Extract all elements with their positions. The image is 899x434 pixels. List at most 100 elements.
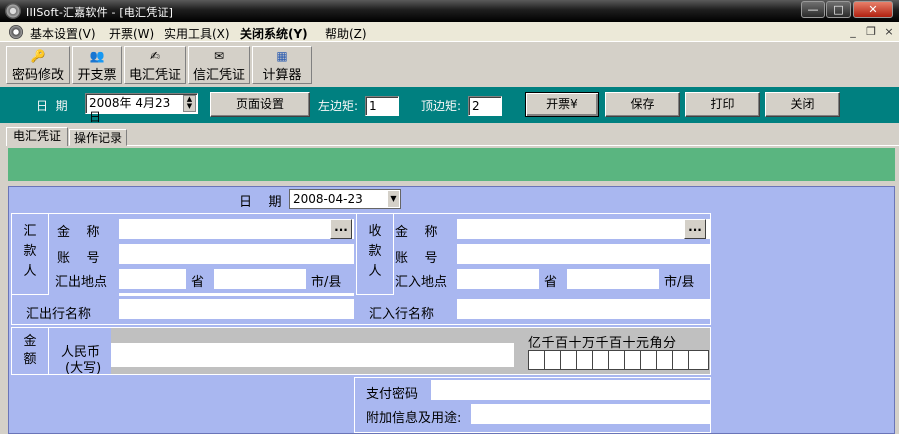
toolbar-label: 信汇凭证 xyxy=(192,68,245,83)
toolbar-mail-voucher-button[interactable]: ✉ 信汇凭证 xyxy=(188,46,250,84)
from-province-input[interactable] xyxy=(119,269,186,289)
form-date-value: 2008-04-23 xyxy=(293,192,363,206)
digit-header: 亿千百十万千百十元角分 xyxy=(528,336,677,351)
tab-divider xyxy=(127,145,899,146)
payee-char: 收 xyxy=(368,224,382,239)
minimize-button[interactable]: — xyxy=(801,1,825,18)
form-date-select[interactable]: 2008-04-23 ▼ xyxy=(289,189,401,209)
close-button[interactable]: 关闭 xyxy=(765,92,840,117)
issue-button[interactable]: 开票¥ xyxy=(525,92,599,117)
from-bank-input[interactable] xyxy=(119,299,354,319)
from-place-label: 汇出地点 xyxy=(55,275,108,290)
to-bank-label: 汇入行名称 xyxy=(369,307,435,322)
date-label: 日 期 xyxy=(36,99,68,113)
menu-utilities[interactable]: 实用工具(X) xyxy=(164,25,230,42)
mdi-close-button[interactable]: × xyxy=(882,26,896,39)
pen-icon: ✍ xyxy=(149,49,161,63)
to-province-label: 省 xyxy=(544,275,558,290)
pay-password-input[interactable] xyxy=(431,380,710,400)
top-margin-label: 顶边矩: xyxy=(421,99,462,113)
toolbar-label: 计算器 xyxy=(262,68,302,83)
mdi-minimize-button[interactable]: _ xyxy=(846,26,860,39)
settings-bar: 日 期 2008年 4月23日 ▲ ▼ 页面设置 左边矩: 1 顶边矩: 2 开票… xyxy=(0,87,899,124)
toolbar-label: 电汇凭证 xyxy=(128,68,181,83)
left-margin-input[interactable]: 1 xyxy=(365,96,399,116)
pay-password-label: 支付密码 xyxy=(366,387,419,402)
voucher-form: 日 期 2008-04-23 ▼ 汇 款 人 金 称 账 号 汇出地点 ... … xyxy=(8,186,895,434)
toolbar-wire-voucher-button[interactable]: ✍ 电汇凭证 xyxy=(124,46,186,84)
payee-name-label: 金 称 xyxy=(395,225,438,240)
gear-icon xyxy=(9,25,23,39)
from-city-input[interactable] xyxy=(214,269,306,289)
payee-account-label: 账 号 xyxy=(395,251,438,266)
header-strip xyxy=(8,148,895,181)
payee-label-cell: 收 款 人 xyxy=(356,213,394,295)
from-city-label: 市/县 xyxy=(311,275,342,290)
close-window-button[interactable]: ✕ xyxy=(853,1,893,18)
tab-wire-voucher[interactable]: 电汇凭证 xyxy=(6,127,68,146)
menu-bar: 基本设置(V) 开票(W) 实用工具(X) 关闭系统(Y) 帮助(Z) _ ❐ … xyxy=(0,22,899,42)
toolbar: 🔑 密码修改 👥 开支票 ✍ 电汇凭证 ✉ 信汇凭证 ▦ 计算器 xyxy=(0,43,899,85)
date-picker[interactable]: 2008年 4月23日 ▲ ▼ xyxy=(85,93,198,124)
menu-issue[interactable]: 开票(W) xyxy=(109,25,154,42)
payee-char: 款 xyxy=(368,244,382,259)
extra-info-label: 附加信息及用途: xyxy=(366,411,462,426)
tab-operation-log[interactable]: 操作记录 xyxy=(69,129,127,146)
menu-help[interactable]: 帮助(Z) xyxy=(325,25,367,42)
form-date-label: 日 期 xyxy=(239,195,282,210)
rmb-sub-label: (大写) xyxy=(65,361,102,376)
toolbar-check-button[interactable]: 👥 开支票 xyxy=(72,46,122,84)
title-bar: IIISoft-汇嘉软件 - [电汇凭证] — □ ✕ xyxy=(0,0,899,22)
amount-digit-grid[interactable] xyxy=(528,350,709,370)
payer-char: 汇 xyxy=(23,224,37,239)
calculator-icon: ▦ xyxy=(276,49,288,63)
payer-spacer xyxy=(119,293,354,296)
toolbar-password-button[interactable]: 🔑 密码修改 xyxy=(6,46,70,84)
from-province-label: 省 xyxy=(191,275,205,290)
payer-label-cell: 汇 款 人 xyxy=(11,213,49,295)
date-value: 2008年 4月23日 xyxy=(89,96,171,124)
maximize-button[interactable]: □ xyxy=(826,1,851,18)
people-icon: 👥 xyxy=(89,49,105,63)
payee-name-input[interactable] xyxy=(457,219,710,239)
mail-icon: ✉ xyxy=(213,49,225,63)
spin-arrows-icon[interactable]: ▲ ▼ xyxy=(183,95,196,112)
app-icon xyxy=(5,3,21,19)
payer-name-input[interactable] xyxy=(119,219,354,239)
to-bank-input[interactable] xyxy=(457,299,710,319)
payee-char: 人 xyxy=(368,264,382,279)
print-button[interactable]: 打印 xyxy=(685,92,760,117)
menu-basic-settings[interactable]: 基本设置(V) xyxy=(30,25,96,42)
to-city-label: 市/县 xyxy=(664,275,695,290)
amount-char: 额 xyxy=(23,352,37,367)
payer-browse-button[interactable]: ... xyxy=(330,219,352,239)
chevron-down-icon[interactable]: ▼ xyxy=(388,191,399,207)
payer-account-input[interactable] xyxy=(119,244,354,264)
rmb-amount-input[interactable] xyxy=(111,343,514,367)
toolbar-label: 开支票 xyxy=(77,68,117,83)
payee-account-input[interactable] xyxy=(457,244,710,264)
menu-close-system[interactable]: 关闭系统(Y) xyxy=(240,25,308,42)
toolbar-calculator-button[interactable]: ▦ 计算器 xyxy=(252,46,312,84)
window-title: IIISoft-汇嘉软件 - [电汇凭证] xyxy=(26,6,174,19)
to-province-input[interactable] xyxy=(457,269,539,289)
payer-name-label: 金 称 xyxy=(57,225,100,240)
payer-char: 款 xyxy=(23,244,37,259)
to-place-label: 汇入地点 xyxy=(395,275,448,290)
mdi-restore-button[interactable]: ❐ xyxy=(864,26,878,39)
save-button[interactable]: 保存 xyxy=(605,92,680,117)
payer-char: 人 xyxy=(23,264,37,279)
app-window: IIISoft-汇嘉软件 - [电汇凭证] — □ ✕ 基本设置(V) 开票(W… xyxy=(0,0,899,434)
toolbar-label: 密码修改 xyxy=(11,68,64,83)
payee-browse-button[interactable]: ... xyxy=(684,219,706,239)
from-bank-label: 汇出行名称 xyxy=(26,307,92,322)
top-margin-input[interactable]: 2 xyxy=(468,96,502,116)
amount-char: 金 xyxy=(23,334,37,349)
extra-info-input[interactable] xyxy=(471,404,710,424)
key-icon: 🔑 xyxy=(30,49,46,63)
page-setup-button[interactable]: 页面设置 xyxy=(210,92,310,117)
to-city-input[interactable] xyxy=(567,269,659,289)
payer-account-label: 账 号 xyxy=(57,251,100,266)
left-margin-label: 左边矩: xyxy=(318,99,359,113)
amount-label-cell: 金 额 xyxy=(11,327,49,375)
